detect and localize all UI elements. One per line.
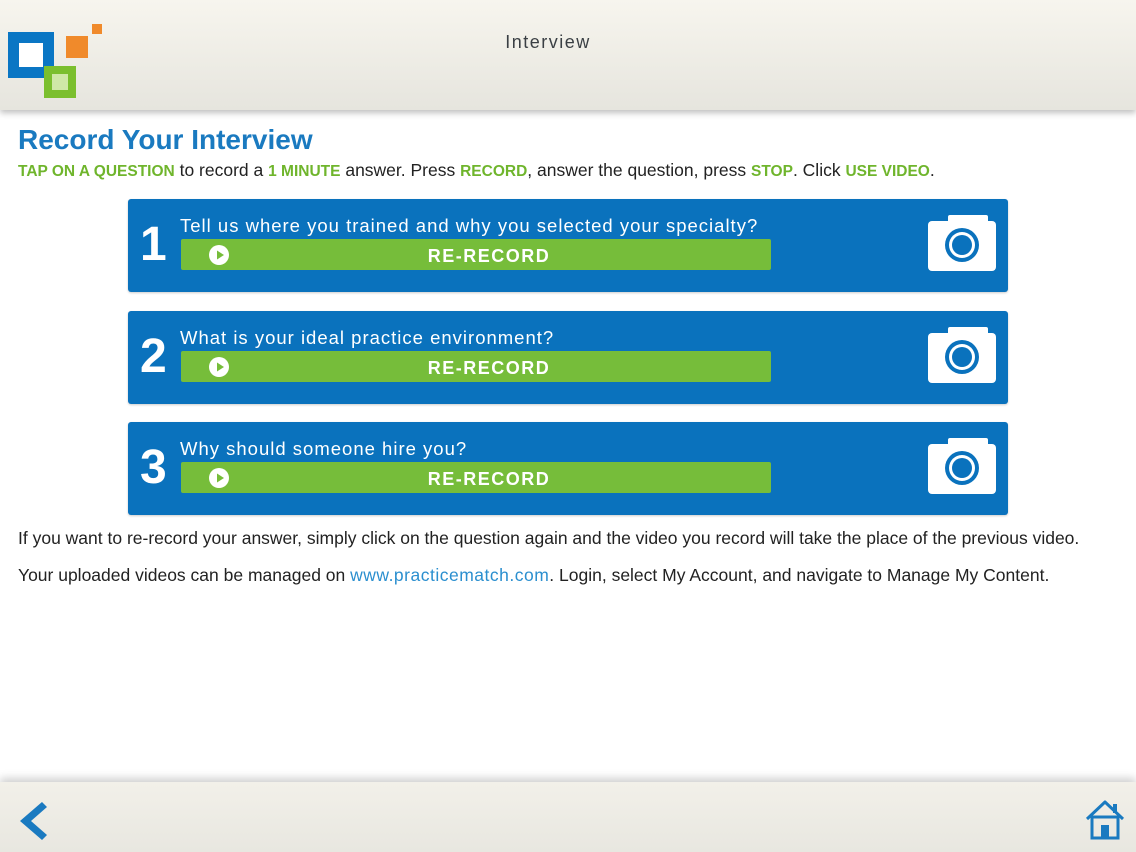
instruction-text-5: . bbox=[929, 160, 935, 180]
instruction-highlight-minute: 1 MINUTE bbox=[268, 163, 341, 180]
note-text-before: Your uploaded videos can be managed on bbox=[18, 565, 351, 585]
note-text-after: . Login, select My Account, and navigate… bbox=[549, 565, 1050, 585]
instructions-text: TAP ON A QUESTION to record a 1 MINUTE a… bbox=[18, 160, 935, 181]
top-navigation-bar: Interview bbox=[0, 0, 1136, 110]
question-card-2[interactable]: 2 What is your ideal practice environmen… bbox=[128, 311, 1008, 404]
re-record-button[interactable]: RE-RECORD bbox=[181, 351, 771, 382]
re-record-label: RE-RECORD bbox=[427, 358, 551, 378]
re-record-button[interactable]: RE-RECORD bbox=[181, 462, 771, 493]
instruction-highlight-use-video: USE VIDEO bbox=[845, 163, 930, 180]
instruction-text-2: answer. Press bbox=[340, 160, 461, 180]
page-title: Interview bbox=[505, 32, 591, 52]
home-icon[interactable] bbox=[1084, 798, 1126, 840]
question-text: Why should someone hire you? bbox=[180, 438, 468, 459]
instruction-text-4: . Click bbox=[792, 160, 846, 180]
manage-videos-note: Your uploaded videos can be managed on w… bbox=[18, 565, 1049, 586]
question-text: Tell us where you trained and why you se… bbox=[180, 215, 759, 236]
question-card-1[interactable]: 1 Tell us where you trained and why you … bbox=[128, 199, 1008, 292]
re-record-label: RE-RECORD bbox=[427, 246, 551, 266]
question-number: 1 bbox=[140, 218, 167, 271]
instruction-highlight-tap: TAP ON A QUESTION bbox=[18, 163, 175, 180]
practicematch-link[interactable]: www.practicematch.com bbox=[350, 565, 549, 585]
camera-icon[interactable] bbox=[928, 438, 996, 494]
instruction-text-1: to record a bbox=[174, 160, 269, 180]
section-heading: Record Your Interview bbox=[18, 124, 313, 155]
instruction-text-3: , answer the question, press bbox=[527, 160, 752, 180]
re-record-note: If you want to re-record your answer, si… bbox=[18, 528, 1080, 548]
chevron-left-icon[interactable] bbox=[14, 800, 48, 842]
question-number: 3 bbox=[140, 441, 167, 494]
logo-green-square bbox=[44, 66, 76, 98]
re-record-button[interactable]: RE-RECORD bbox=[181, 239, 771, 270]
camera-icon[interactable] bbox=[928, 215, 996, 271]
question-number: 2 bbox=[140, 330, 167, 383]
question-card-3[interactable]: 3 Why should someone hire you? RE-RECORD bbox=[128, 422, 1008, 515]
bottom-navigation-bar bbox=[0, 782, 1136, 852]
instruction-highlight-record: RECORD bbox=[460, 163, 528, 180]
question-text: What is your ideal practice environment? bbox=[180, 327, 555, 348]
re-record-label: RE-RECORD bbox=[427, 469, 551, 489]
camera-icon[interactable] bbox=[928, 327, 996, 383]
instruction-highlight-stop: STOP bbox=[751, 163, 793, 180]
